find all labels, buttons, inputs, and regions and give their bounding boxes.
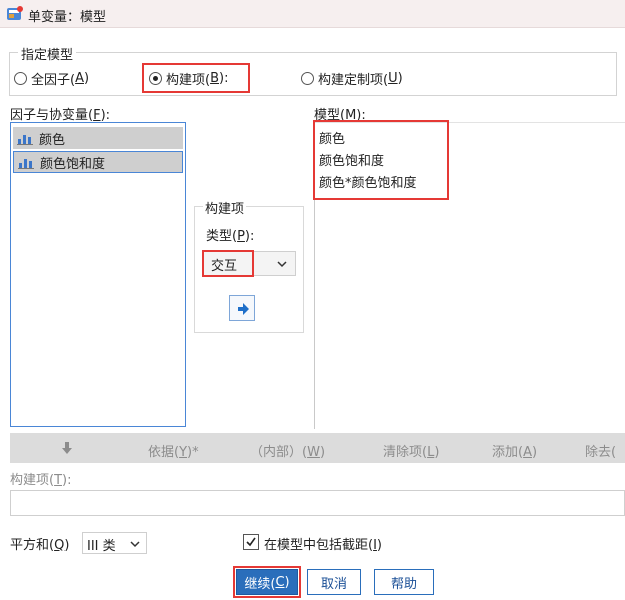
arrow-down-icon[interactable]: [60, 441, 74, 455]
sum-of-squares-select[interactable]: III 类: [82, 532, 147, 554]
sum-of-squares-label: 平方和(Q): [10, 538, 70, 553]
help-button[interactable]: 帮助: [374, 569, 434, 595]
list-item[interactable]: 颜色*颜色饱和度: [319, 172, 417, 191]
window-title: 单变量：模型: [28, 10, 107, 25]
cancel-button[interactable]: 取消: [307, 569, 361, 595]
highlight-continue: [233, 566, 301, 598]
highlight-type-value: [202, 250, 254, 277]
intercept-checkbox[interactable]: [243, 534, 259, 550]
chevron-down-icon: [130, 541, 140, 548]
factors-label: 因子与协变量(F):: [10, 108, 111, 123]
terms-input[interactable]: [10, 490, 625, 516]
sum-of-squares-value: III 类: [87, 539, 116, 554]
check-icon: [246, 537, 256, 547]
factors-list[interactable]: 颜色 颜色饱和度: [10, 122, 186, 427]
arrow-right-icon: [238, 303, 249, 315]
list-item[interactable]: 颜色: [13, 127, 183, 149]
by-button[interactable]: 依据(Y)*: [148, 441, 199, 460]
terms-label: 构建项(T):: [10, 473, 72, 488]
clear-term-button[interactable]: 清除项(L): [383, 441, 439, 460]
nominal-bar-chart-icon: [17, 135, 33, 145]
build-term-title: 构建项: [203, 198, 247, 217]
remove-button[interactable]: 除去(: [585, 441, 616, 460]
intercept-label: 在模型中包括截距(I): [264, 538, 382, 553]
nominal-bar-chart-icon: [18, 159, 34, 169]
type-label: 类型(P):: [206, 229, 255, 244]
radio-circle-selected: [149, 71, 162, 85]
list-item[interactable]: 颜色: [319, 128, 345, 147]
specify-model-legend: 指定模型: [18, 44, 77, 63]
title-bar: 单变量：模型: [0, 0, 625, 28]
radio-build-custom-terms[interactable]: 构建定制项(U): [301, 68, 403, 88]
chevron-down-icon: [277, 261, 287, 268]
add-button[interactable]: 添加(A): [492, 441, 537, 460]
list-item[interactable]: 颜色饱和度: [319, 150, 384, 169]
radio-circle: [301, 71, 314, 85]
within-button[interactable]: （内部）(W): [250, 441, 325, 460]
move-term-button[interactable]: [229, 295, 255, 321]
spss-dialog-icon: [7, 6, 23, 20]
list-item[interactable]: 颜色饱和度: [13, 151, 183, 173]
radio-circle: [14, 71, 27, 85]
radio-full-factorial[interactable]: 全因子(A): [14, 68, 89, 88]
radio-build-terms[interactable]: 构建项(B):: [149, 68, 228, 88]
